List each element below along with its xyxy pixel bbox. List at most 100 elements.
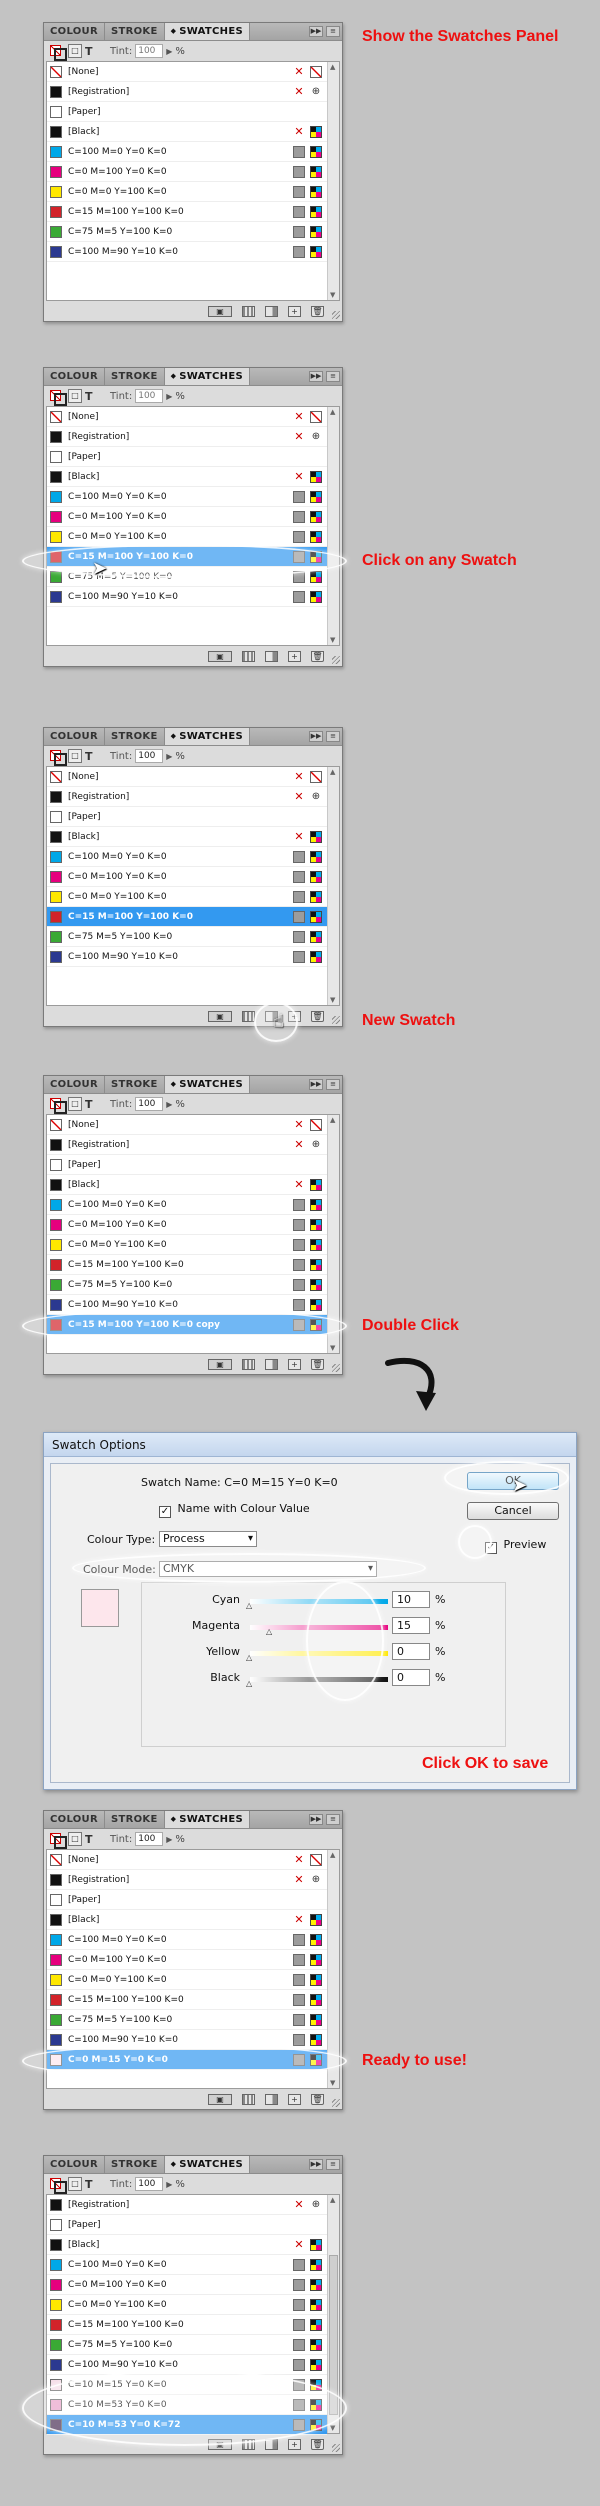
list-item[interactable]: C=100 M=90 Y=10 K=0 <box>47 242 327 262</box>
formatting-container-icon[interactable]: □ <box>68 1832 82 1846</box>
list-item-selected[interactable]: C=0 M=15 Y=0 K=0 <box>47 2050 327 2070</box>
colour-mode-select[interactable]: CMYK <box>159 1561 377 1577</box>
tint-arrow-icon[interactable]: ▶ <box>166 752 172 761</box>
show-colour-swatches-icon[interactable] <box>242 1010 255 1022</box>
fill-stroke-icon[interactable] <box>49 2177 67 2194</box>
scrollbar[interactable] <box>327 767 339 1005</box>
list-item[interactable]: C=75 M=5 Y=100 K=0 <box>47 567 327 587</box>
list-item[interactable]: C=100 M=0 Y=0 K=0 <box>47 487 327 507</box>
resize-grip-icon[interactable] <box>332 311 340 319</box>
black-input[interactable]: 0 <box>392 1669 430 1686</box>
show-gradient-swatches-icon[interactable] <box>265 650 278 662</box>
tab-swatches[interactable]: SWATCHES <box>164 1811 250 1828</box>
tint-arrow-icon[interactable]: ▶ <box>166 1100 172 1109</box>
scrollbar[interactable] <box>327 1115 339 1353</box>
list-item[interactable]: C=10 M=15 Y=0 K=0 <box>47 2375 327 2395</box>
list-item-selected[interactable]: C=15 M=100 Y=100 K=0 <box>47 907 327 927</box>
fill-stroke-icon[interactable] <box>49 389 67 406</box>
tab-swatches[interactable]: SWATCHES <box>164 2156 250 2173</box>
list-item[interactable]: C=100 M=90 Y=10 K=0 <box>47 587 327 607</box>
scrollbar[interactable] <box>327 62 339 300</box>
list-item[interactable]: C=0 M=100 Y=0 K=0 <box>47 1215 327 1235</box>
list-item[interactable]: [Paper] <box>47 1155 327 1175</box>
list-item[interactable]: C=100 M=0 Y=0 K=0 <box>47 2255 327 2275</box>
formatting-container-icon[interactable]: □ <box>68 2177 82 2191</box>
collapse-icon[interactable]: ▶▶ <box>309 26 323 37</box>
list-item[interactable]: [Paper] <box>47 807 327 827</box>
list-item[interactable]: [Black] ✕ <box>47 467 327 487</box>
panel-menu-icon[interactable]: ≡ <box>326 1079 340 1090</box>
show-all-swatches-icon[interactable]: ▣ <box>208 650 232 662</box>
scrollbar[interactable] <box>327 407 339 645</box>
list-item[interactable]: C=75 M=5 Y=100 K=0 <box>47 1275 327 1295</box>
tab-stroke[interactable]: STROKE <box>105 1811 165 1828</box>
list-item[interactable]: [Registration] ✕ ⊕ <box>47 1135 327 1155</box>
tab-colour[interactable]: COLOUR <box>44 728 105 745</box>
preview-row[interactable]: ✓ Preview <box>485 1538 546 1554</box>
list-item[interactable]: C=0 M=100 Y=0 K=0 <box>47 867 327 887</box>
list-item[interactable]: [Paper] <box>47 2215 327 2235</box>
list-item[interactable]: [Black] ✕ <box>47 1910 327 1930</box>
list-item-selected[interactable]: C=15 M=100 Y=100 K=0 copy <box>47 1315 327 1335</box>
resize-grip-icon[interactable] <box>332 2444 340 2452</box>
magenta-input[interactable]: 15 <box>392 1617 430 1634</box>
list-item[interactable]: C=0 M=100 Y=0 K=0 <box>47 162 327 182</box>
tint-input[interactable]: 100 <box>135 389 164 403</box>
list-item[interactable]: C=10 M=53 Y=0 K=0 <box>47 2395 327 2415</box>
name-with-value-checkbox[interactable]: ✓ <box>159 1506 171 1518</box>
list-item[interactable]: C=0 M=100 Y=0 K=0 <box>47 507 327 527</box>
list-item[interactable]: C=0 M=0 Y=100 K=0 <box>47 527 327 547</box>
panel-menu-icon[interactable]: ≡ <box>326 2159 340 2170</box>
list-item[interactable]: [Registration] ✕ ⊕ <box>47 2195 327 2215</box>
fill-stroke-icon[interactable] <box>49 44 67 61</box>
black-track[interactable] <box>250 1677 388 1682</box>
show-gradient-swatches-icon[interactable] <box>265 1358 278 1370</box>
yellow-track[interactable] <box>250 1651 388 1656</box>
list-item[interactable]: C=15 M=100 Y=100 K=0 <box>47 202 327 222</box>
new-swatch-icon[interactable]: + <box>288 1010 301 1022</box>
list-item[interactable]: C=100 M=90 Y=10 K=0 <box>47 2355 327 2375</box>
resize-grip-icon[interactable] <box>332 1016 340 1024</box>
show-all-swatches-icon[interactable]: ▣ <box>208 305 232 317</box>
show-colour-swatches-icon[interactable] <box>242 305 255 317</box>
tint-input[interactable]: 100 <box>135 1832 164 1846</box>
resize-grip-icon[interactable] <box>332 1364 340 1372</box>
trash-icon[interactable]: 🗑 <box>311 2438 324 2450</box>
tab-stroke[interactable]: STROKE <box>105 368 165 385</box>
trash-icon[interactable]: 🗑 <box>311 2093 324 2105</box>
list-item[interactable]: C=15 M=100 Y=100 K=0 <box>47 2315 327 2335</box>
formatting-container-icon[interactable]: □ <box>68 1097 82 1111</box>
new-swatch-icon[interactable]: + <box>288 305 301 317</box>
list-item[interactable]: C=75 M=5 Y=100 K=0 <box>47 222 327 242</box>
show-all-swatches-icon[interactable]: ▣ <box>208 1358 232 1370</box>
list-item[interactable]: C=0 M=0 Y=100 K=0 <box>47 1235 327 1255</box>
scrollbar[interactable] <box>327 1850 339 2088</box>
panel-menu-icon[interactable]: ≡ <box>326 26 340 37</box>
resize-grip-icon[interactable] <box>332 2099 340 2107</box>
show-colour-swatches-icon[interactable] <box>242 2438 255 2450</box>
trash-icon[interactable]: 🗑 <box>311 650 324 662</box>
list-item[interactable]: [Black] ✕ <box>47 1175 327 1195</box>
panel-menu-icon[interactable]: ≡ <box>326 1814 340 1825</box>
tint-arrow-icon[interactable]: ▶ <box>166 392 172 401</box>
show-all-swatches-icon[interactable]: ▣ <box>208 1010 232 1022</box>
list-item[interactable]: [Paper] <box>47 1890 327 1910</box>
list-item[interactable]: C=0 M=100 Y=0 K=0 <box>47 2275 327 2295</box>
list-item[interactable]: C=100 M=0 Y=0 K=0 <box>47 1195 327 1215</box>
tint-input[interactable]: 100 <box>135 2177 164 2191</box>
list-item[interactable]: [Black] ✕ <box>47 122 327 142</box>
panel-menu-icon[interactable]: ≡ <box>326 371 340 382</box>
list-item[interactable]: C=100 M=90 Y=10 K=0 <box>47 947 327 967</box>
list-item[interactable]: [Black] ✕ <box>47 2235 327 2255</box>
collapse-icon[interactable]: ▶▶ <box>309 1814 323 1825</box>
list-item[interactable]: C=0 M=0 Y=100 K=0 <box>47 887 327 907</box>
collapse-icon[interactable]: ▶▶ <box>309 2159 323 2170</box>
show-gradient-swatches-icon[interactable] <box>265 2438 278 2450</box>
new-swatch-icon[interactable]: + <box>288 1358 301 1370</box>
list-item[interactable]: C=100 M=90 Y=10 K=0 <box>47 1295 327 1315</box>
tab-colour[interactable]: COLOUR <box>44 23 105 40</box>
list-item[interactable]: C=15 M=100 Y=100 K=0 <box>47 1990 327 2010</box>
fill-stroke-icon[interactable] <box>49 1097 67 1114</box>
list-item[interactable]: C=0 M=0 Y=100 K=0 <box>47 182 327 202</box>
tab-stroke[interactable]: STROKE <box>105 23 165 40</box>
